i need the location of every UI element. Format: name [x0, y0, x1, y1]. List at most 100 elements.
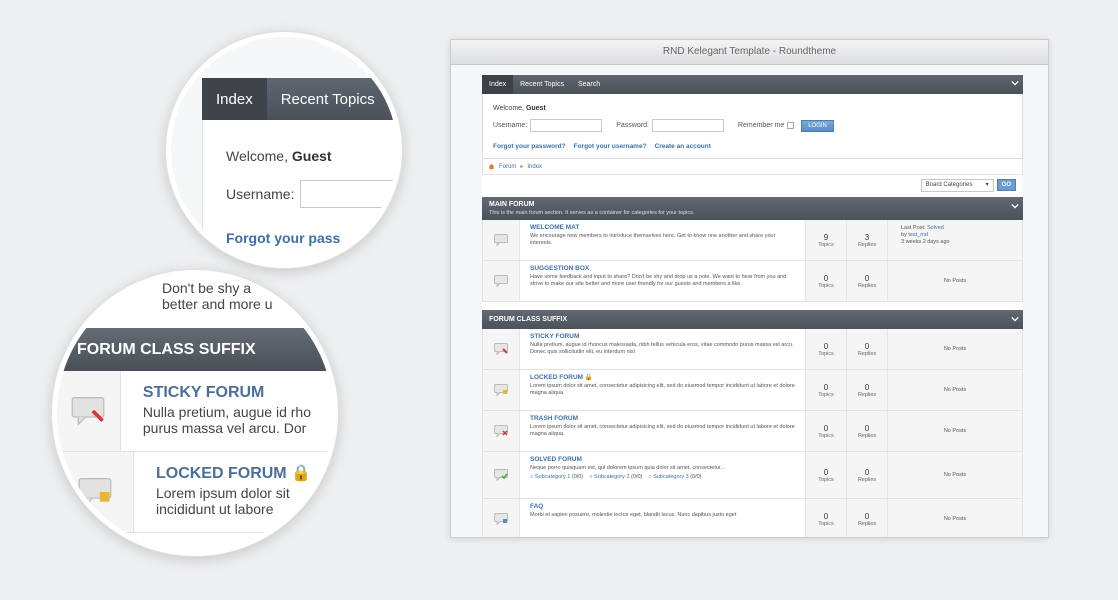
forum-description: Nulla pretium, augue id rhoncus malesuad… — [530, 342, 794, 355]
breadcrumb-forum[interactable]: Forum — [499, 164, 516, 170]
forum-title[interactable]: SUGGESTION BOX — [530, 265, 795, 272]
guest-name: Guest — [525, 105, 546, 112]
lock-icon: 🔒 — [584, 374, 593, 381]
home-icon[interactable] — [488, 163, 495, 170]
forum-row-sticky: STICKY FORUM Nulla pretium, augue id rho… — [482, 329, 1023, 370]
forum-row-welcome-mat: WELCOME MAT We encourage new members to … — [482, 220, 1023, 261]
locked-forum-icon — [78, 478, 112, 507]
welcome-text: Welcome, Guest — [493, 105, 546, 112]
topics-count: 0 — [823, 382, 829, 392]
zoom-circle-login: Index Recent Topics Welcome, Guest Usern… — [166, 32, 402, 268]
topics-count: 0 — [823, 341, 829, 351]
zoom-username-input — [300, 180, 397, 208]
password-label: Password: — [616, 122, 649, 129]
zoom-login-panel: Welcome, Guest Username: Forgot your pas… — [202, 120, 397, 263]
replies-count: 0 — [864, 341, 870, 351]
login-form: Username: Password: Remember me LOGIN — [493, 119, 1012, 132]
forum-row-solved: SOLVED FORUM Neque porro quisquam est, q… — [482, 452, 1023, 499]
username-label: Username: — [493, 122, 528, 129]
zoom-username-row: Username: — [226, 180, 397, 208]
topics-label: Topics — [818, 241, 834, 248]
topics-count: 0 — [823, 423, 829, 433]
last-post-time: 3 weeks 2 days ago — [901, 239, 950, 245]
replies-count: 0 — [864, 423, 870, 433]
forum-description: We encourage new members to introduce th… — [530, 233, 776, 246]
replies-label: Replies — [857, 520, 877, 527]
tab-index[interactable]: Index — [482, 75, 514, 94]
category-description: This is the main forum section. It serve… — [489, 210, 695, 216]
last-post-user[interactable]: test_md — [908, 232, 928, 238]
category-title[interactable]: FORUM CLASS SUFFIX — [489, 316, 1016, 323]
last-post: Last Post: Solved by test_md 3 weeks 2 d… — [888, 220, 1022, 260]
login-button[interactable]: LOGIN — [801, 119, 834, 132]
zoom-row-sticky: STICKY FORUM Nulla pretium, augue id rho p… — [57, 371, 333, 452]
zoom-tab-index: Index — [202, 78, 267, 120]
sticky-pin-icon — [72, 397, 105, 426]
account-links: Forgot your password? Forgot your userna… — [493, 143, 1012, 150]
topics-count: 9 — [823, 232, 829, 242]
tab-recent-topics[interactable]: Recent Topics — [513, 75, 571, 94]
chevron-down-icon[interactable] — [1011, 315, 1019, 323]
replies-count: 0 — [864, 273, 870, 283]
password-input[interactable] — [651, 119, 724, 132]
create-account-link[interactable]: Create an account — [655, 143, 711, 150]
category-header-main-forum: MAIN FORUM This is the main forum sectio… — [482, 197, 1023, 220]
subcategory-item: ○ Subcategory 2 (0/0) — [589, 474, 643, 480]
topics-count: 0 — [823, 273, 829, 283]
forum-title[interactable]: STICKY FORUM — [530, 333, 795, 340]
window-title: RND Kelegant Template - Roundtheme — [451, 40, 1048, 65]
board-categories-select[interactable]: Board Categories ▾ — [920, 178, 994, 192]
forum-description: Neque porro quisquam est, qui dolorem ip… — [530, 465, 726, 471]
forum-description: Have some feedback and input to share? D… — [530, 274, 787, 287]
solved-check-icon — [494, 469, 508, 481]
subcategory-item: ○ Subcategory 3 (0/0) — [648, 474, 702, 480]
breadcrumb: Forum ▸ Index — [482, 159, 1023, 175]
replies-count: 3 — [864, 232, 870, 242]
remember-label: Remember me — [737, 122, 785, 129]
subcategory-list: ○ Subcategory 1 (0/0) ○ Subcategory 2 (0… — [530, 474, 795, 481]
last-post: No Posts — [888, 329, 1022, 369]
forum-row-trash: TRASH FORUM Lorem ipsum dolor sit amet, … — [482, 411, 1023, 452]
lock-icon: 🔒 — [291, 465, 311, 482]
tab-search[interactable]: Search — [571, 75, 607, 94]
forum-title[interactable]: WELCOME MAT — [530, 224, 795, 231]
breadcrumb-index[interactable]: Index — [527, 164, 542, 170]
page-viewport[interactable]: Index Recent Topics Search Welcome, Gues… — [451, 65, 1048, 537]
username-input[interactable] — [530, 119, 603, 132]
replies-label: Replies — [857, 282, 877, 289]
last-post-link[interactable]: Solved — [927, 225, 944, 231]
forgot-username-link[interactable]: Forgot your username? — [574, 143, 647, 150]
forum-title[interactable]: LOCKED FORUM 🔒 — [530, 374, 795, 381]
topics-count: 0 — [823, 511, 829, 521]
zoom-tab-bar: Index Recent Topics — [202, 78, 397, 120]
last-post: No Posts — [888, 411, 1022, 451]
forum-row-locked: LOCKED FORUM 🔒 Lorem ipsum dolor sit ame… — [482, 370, 1023, 411]
forum-title[interactable]: FAQ — [530, 503, 795, 510]
last-post: No Posts — [888, 499, 1022, 537]
replies-label: Replies — [857, 350, 877, 357]
remember-checkbox[interactable] — [787, 122, 795, 129]
zoom-suggestion-text: Don't be shy a better and more u — [162, 280, 273, 312]
category-title[interactable]: MAIN FORUM — [489, 201, 1016, 208]
forum-title[interactable]: TRASH FORUM — [530, 415, 795, 422]
topics-label: Topics — [818, 520, 834, 527]
locked-forum-icon — [494, 384, 508, 396]
zoom-circle-forum-class: Don't be shy a better and more u FORUM CL… — [52, 270, 338, 556]
zoom-tab-recent-topics: Recent Topics — [280, 90, 375, 108]
sticky-pin-icon — [494, 343, 508, 355]
chevron-down-icon[interactable] — [1011, 202, 1019, 210]
forum-content: Index Recent Topics Search Welcome, Gues… — [482, 75, 1023, 537]
replies-label: Replies — [857, 432, 877, 439]
replies-count: 0 — [864, 467, 870, 477]
replies-label: Replies — [857, 241, 877, 248]
last-post: No Posts — [888, 452, 1022, 498]
go-button[interactable]: GO — [996, 179, 1016, 191]
forum-row-suggestion-box: SUGGESTION BOX Have some feedback and in… — [482, 261, 1023, 302]
chevron-down-icon[interactable] — [1011, 79, 1019, 87]
forum-description: Lorem ipsum dolor sit amet, consectetur … — [530, 424, 795, 437]
forum-description: Lorem ipsum dolor sit amet, consectetur … — [530, 383, 795, 396]
forgot-password-link[interactable]: Forgot your password? — [493, 143, 566, 150]
forum-title[interactable]: SOLVED FORUM — [530, 456, 795, 463]
topics-label: Topics — [818, 391, 834, 398]
zoom-category-header: FORUM CLASS SUFFIX — [57, 328, 333, 371]
